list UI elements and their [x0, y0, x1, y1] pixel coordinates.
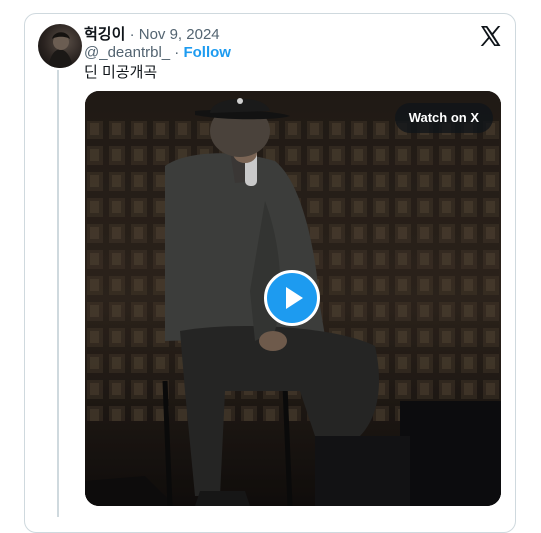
tweet-text: 딘 미공개곡 — [84, 64, 158, 81]
follow-button[interactable]: Follow — [183, 44, 231, 61]
tweet-date[interactable]: Nov 9, 2024 — [139, 26, 220, 43]
user-handle[interactable]: @_deantrbl_ — [84, 44, 170, 61]
play-icon — [286, 287, 303, 309]
play-button[interactable] — [264, 270, 320, 326]
follow-separator: · — [170, 44, 184, 61]
name-line: 헉깅이 · Nov 9, 2024 — [84, 25, 220, 45]
x-logo-icon[interactable] — [478, 24, 502, 48]
name-separator: · — [125, 26, 139, 43]
handle-line: @_deantrbl_ · Follow — [84, 43, 231, 63]
watch-on-x-button[interactable]: Watch on X — [394, 103, 493, 133]
display-name[interactable]: 헉깅이 — [84, 26, 125, 43]
video-player[interactable]: Watch on X — [85, 91, 501, 506]
avatar[interactable] — [38, 24, 82, 68]
thread-line — [57, 70, 59, 517]
